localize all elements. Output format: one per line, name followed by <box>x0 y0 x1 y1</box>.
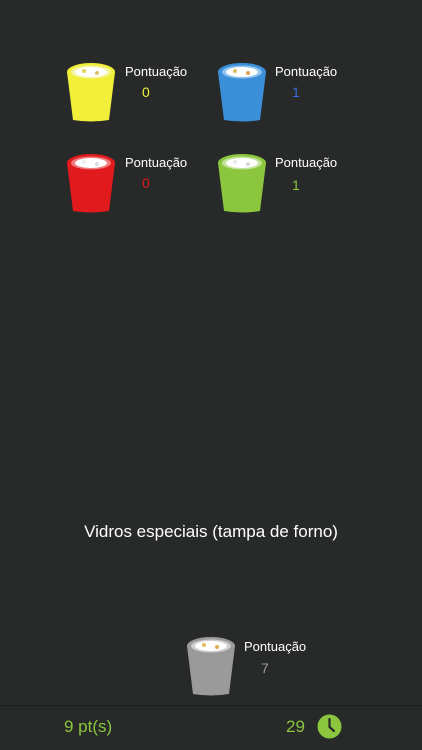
timer-value: 29 <box>286 717 305 736</box>
blue-score-label: Pontuação <box>275 64 338 79</box>
clock-icon <box>317 714 342 739</box>
gray-bin-icon <box>187 637 235 696</box>
blue-bin[interactable] <box>215 60 269 122</box>
green-bin[interactable] <box>215 151 269 213</box>
player-score-value: 7 <box>261 660 269 676</box>
yellow-bin-icon <box>67 63 115 122</box>
blue-score-value: 1 <box>292 84 300 100</box>
red-bin[interactable] <box>64 151 118 213</box>
player-score-label: Pontuação <box>244 639 307 654</box>
yellow-score-value: 0 <box>142 84 150 100</box>
red-bin-icon <box>67 154 115 213</box>
green-score-value: 1 <box>292 177 300 193</box>
total-points: 9 pt(s) <box>64 717 113 736</box>
blue-bin-icon <box>218 63 266 122</box>
red-score-value: 0 <box>142 175 150 191</box>
red-score-label: Pontuação <box>125 155 188 170</box>
item-prompt: Vidros especiais (tampa de forno) <box>84 522 338 541</box>
yellow-score-label: Pontuação <box>125 64 188 79</box>
yellow-bin[interactable] <box>64 60 118 122</box>
player-bin[interactable] <box>184 634 238 696</box>
green-score-label: Pontuação <box>275 155 338 170</box>
green-bin-icon <box>218 154 266 213</box>
footer-divider <box>0 705 422 706</box>
